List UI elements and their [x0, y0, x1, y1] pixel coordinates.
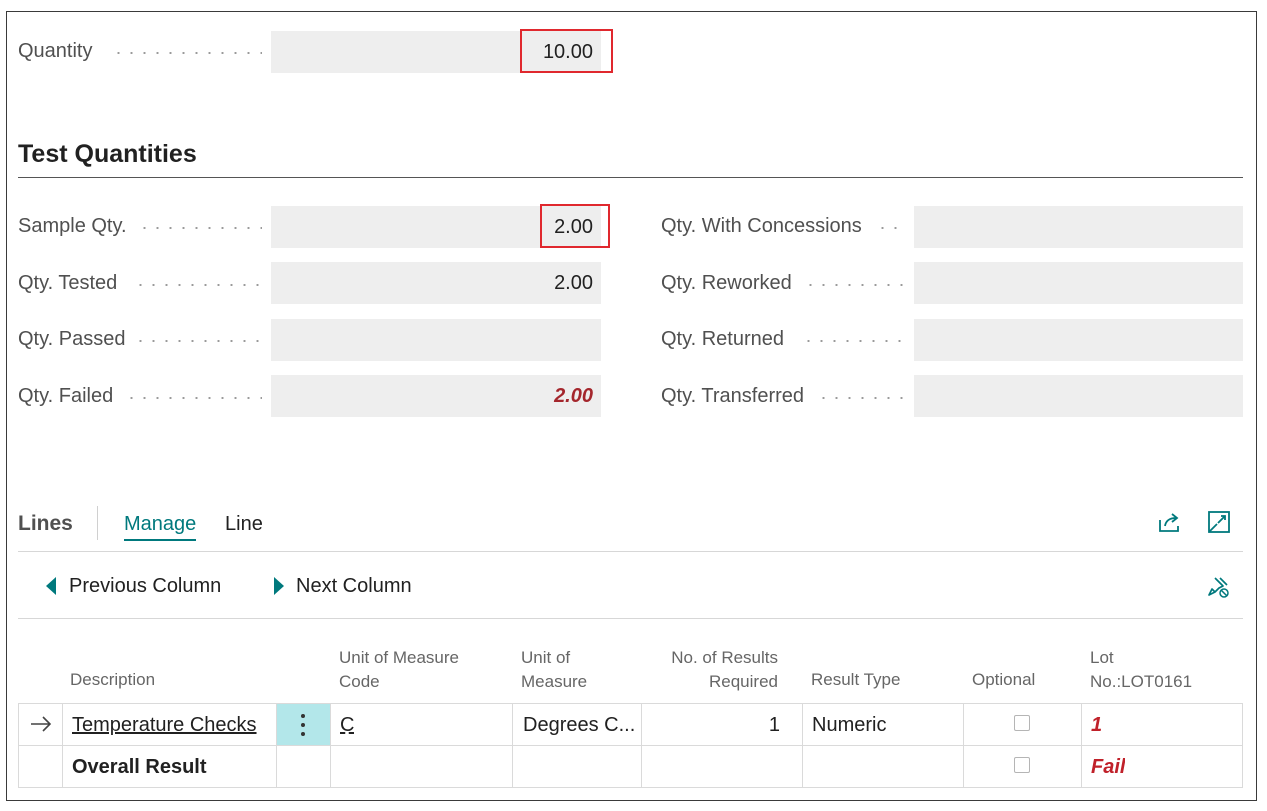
qty-reworked-label: Qty. Reworked: [661, 272, 792, 294]
grid-line: [1242, 703, 1243, 787]
description-link[interactable]: Temperature Checks: [72, 705, 257, 745]
leader-dots: [802, 340, 906, 342]
previous-column-button[interactable]: Previous Column: [69, 575, 221, 598]
leader-dots: [138, 227, 262, 229]
column-header-text: Code: [339, 672, 380, 691]
qty-returned-label: Qty. Returned: [661, 328, 785, 350]
uom-field[interactable]: Degrees C...: [523, 705, 635, 745]
section-title-test-quantities: Test Quantities: [18, 140, 197, 168]
lines-divider-bottom: [18, 618, 1243, 619]
qty-passed-label: Qty. Passed: [18, 328, 126, 350]
qty-returned-field[interactable]: [914, 319, 1243, 361]
column-header-text: Required: [709, 672, 778, 691]
column-header-results-required[interactable]: No. of Results Required: [640, 646, 778, 694]
qty-passed-field[interactable]: [271, 319, 601, 361]
qty-reworked-field[interactable]: [914, 262, 1243, 304]
arrow-right-icon: [31, 716, 52, 732]
caret-left-icon: [46, 577, 56, 595]
leader-dots: [804, 284, 906, 286]
column-header-optional[interactable]: Optional: [972, 668, 1035, 692]
results-required-field[interactable]: 1: [650, 705, 780, 745]
lot-result-value[interactable]: Fail: [1091, 747, 1125, 787]
tab-manage[interactable]: Manage: [124, 513, 197, 541]
lines-divider-top: [18, 551, 1243, 552]
leader-dots: [125, 397, 262, 399]
optional-checkbox[interactable]: [1014, 757, 1030, 773]
qty-with-concessions-label: Qty. With Concessions: [661, 215, 862, 237]
qty-failed-field[interactable]: 2.00: [271, 375, 601, 417]
tab-separator: [97, 506, 98, 540]
column-header-description[interactable]: Description: [70, 668, 155, 692]
grid-line: [18, 787, 1243, 788]
caret-right-icon: [274, 577, 284, 595]
column-header-text: Measure: [521, 672, 588, 691]
column-header-uom[interactable]: Unit of Measure: [521, 646, 587, 694]
tab-line[interactable]: Line: [225, 513, 263, 536]
leader-dots: [134, 340, 262, 342]
leader-dots: [817, 397, 906, 399]
unpin-icon[interactable]: [1206, 574, 1232, 600]
qty-transferred-field[interactable]: [914, 375, 1243, 417]
column-header-text: No.:LOT0161: [1090, 672, 1193, 691]
leader-dots: [112, 52, 262, 54]
column-header-text: Lot: [1090, 648, 1114, 667]
leader-dots: [134, 284, 262, 286]
highlight-box-quantity: [520, 29, 613, 73]
result-type-field[interactable]: Numeric: [812, 705, 886, 745]
qty-tested-label: Qty. Tested: [18, 272, 118, 294]
expand-icon[interactable]: [1207, 510, 1231, 534]
lines-title: Lines: [18, 512, 73, 535]
overall-result-label: Overall Result: [72, 756, 207, 778]
column-header-uom-code[interactable]: Unit of Measure Code: [339, 646, 459, 694]
column-header-lot[interactable]: Lot No.:LOT0161: [1090, 646, 1192, 694]
uom-code-field[interactable]: C: [340, 705, 354, 745]
next-column-button[interactable]: Next Column: [296, 575, 412, 598]
qty-tested-field[interactable]: 2.00: [271, 262, 601, 304]
row-actions-button[interactable]: [277, 704, 330, 745]
section-divider: [18, 177, 1243, 178]
highlight-box-sample-qty: [540, 204, 610, 248]
more-vertical-icon: [301, 714, 305, 736]
sample-qty-label: Sample Qty.: [18, 215, 127, 237]
qty-failed-label: Qty. Failed: [18, 385, 114, 407]
column-header-text: Unit of Measure: [339, 648, 459, 667]
lot-result-value[interactable]: 1: [1091, 705, 1102, 745]
qty-transferred-label: Qty. Transferred: [661, 385, 805, 407]
qty-with-concessions-field[interactable]: [914, 206, 1243, 248]
optional-checkbox[interactable]: [1014, 715, 1030, 731]
share-icon[interactable]: [1157, 510, 1183, 534]
column-header-result-type[interactable]: Result Type: [811, 668, 900, 692]
quantity-label: Quantity: [18, 40, 93, 62]
column-header-text: No. of Results: [671, 648, 778, 667]
column-header-text: Unit of: [521, 648, 571, 667]
leader-dots: [876, 227, 906, 229]
